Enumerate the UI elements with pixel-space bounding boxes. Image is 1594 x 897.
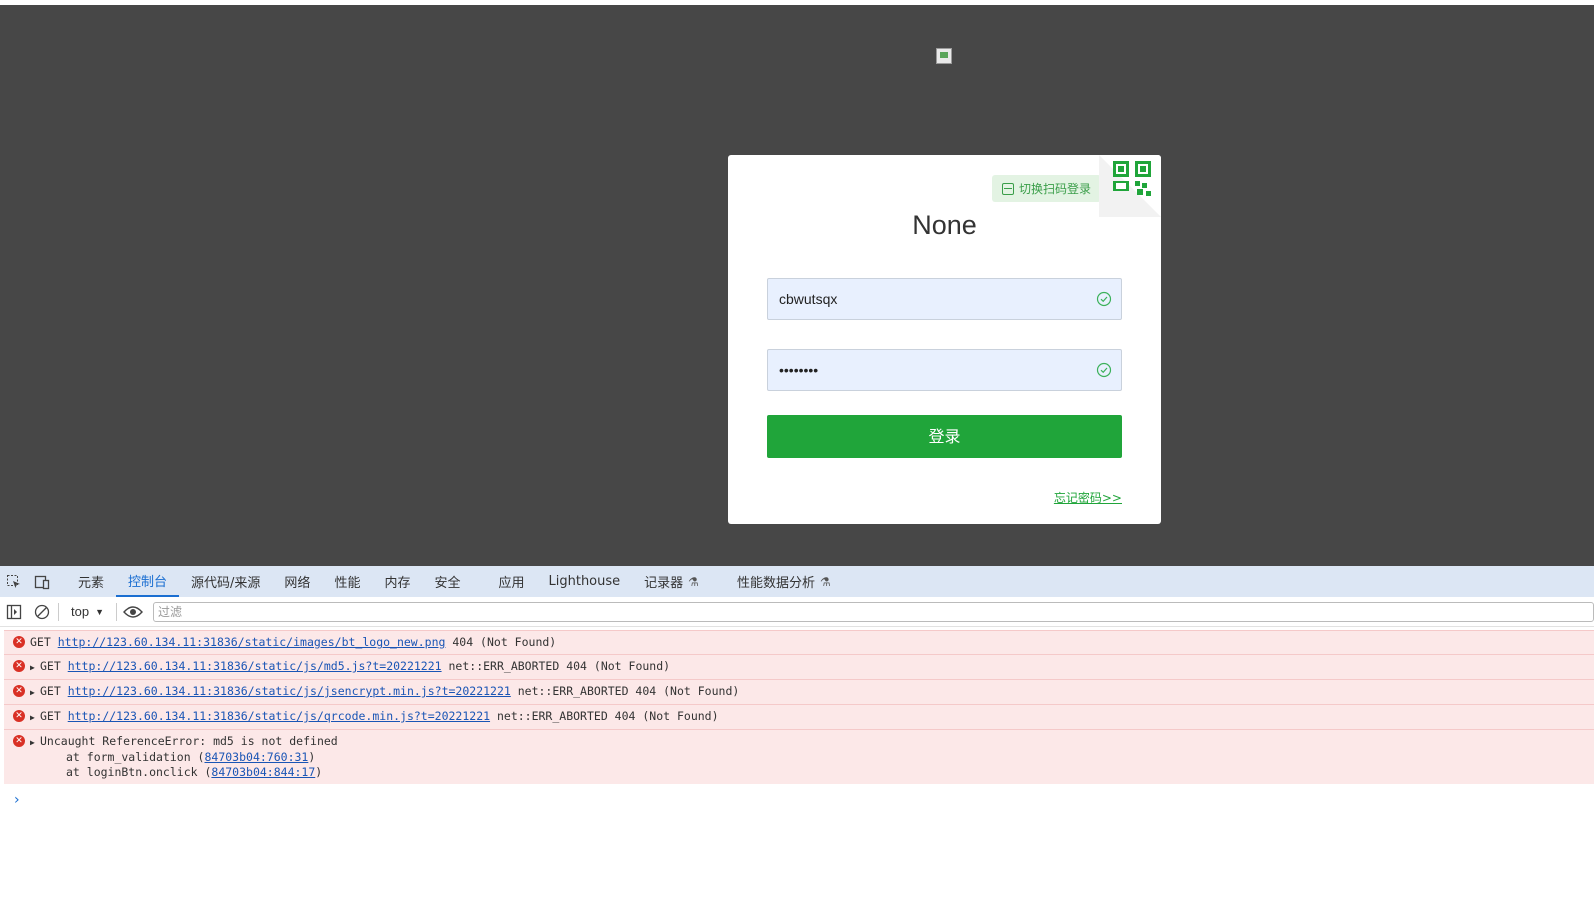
error-icon: ✕ (13, 685, 25, 697)
tab-sources[interactable]: 源代码/来源 (179, 566, 272, 597)
tab-performance[interactable]: 性能 (322, 566, 372, 597)
tab-elements[interactable]: 元素 (66, 566, 116, 597)
devtools-panel: 元素 控制台 源代码/来源 网络 性能 内存 安全 应用 Lighthouse … (0, 566, 1594, 897)
password-field[interactable]: •••••••• (767, 349, 1122, 391)
console-error-row[interactable]: ✕ ▶ GET http://123.60.134.11:31836/static… (4, 679, 1594, 704)
check-circle-icon (1096, 362, 1112, 378)
context-selector[interactable]: top ▼ (61, 604, 114, 619)
flask-icon: ⚗ (819, 574, 831, 589)
request-url-link[interactable]: http://123.60.134.11:31836/static/js/qrc… (68, 709, 490, 723)
request-url-link[interactable]: http://123.60.134.11:31836/static/js/jse… (68, 684, 511, 698)
tab-application[interactable]: 应用 (486, 566, 536, 597)
tab-performance-insights[interactable]: 性能数据分析 ⚗ (725, 566, 843, 597)
stack-frame-close: ) (315, 765, 323, 779)
tab-network[interactable]: 网络 (272, 566, 322, 597)
stack-frame-text: at form_validation ( (66, 750, 205, 764)
forgot-password-link[interactable]: 忘记密码>> (1054, 489, 1122, 506)
password-value: •••••••• (779, 362, 819, 378)
toolbar-divider (58, 602, 59, 621)
context-value: top (71, 604, 90, 619)
tab-security[interactable]: 安全 (422, 566, 472, 597)
request-url-link[interactable]: http://123.60.134.11:31836/static/images… (58, 635, 446, 649)
tab-memory[interactable]: 内存 (372, 566, 422, 597)
login-card: 切换扫码登录 None cbwutsqx •••••••• 登录 忘记密码>> (728, 155, 1161, 524)
expand-arrow-icon[interactable]: ▶ (30, 685, 40, 700)
source-location-link[interactable]: 84703b04:760:31 (204, 750, 308, 764)
console-error-row: ✕ GET http://123.60.134.11:31836/static/… (4, 630, 1594, 654)
live-expression-eye-icon[interactable] (119, 605, 147, 619)
dropdown-arrow-icon: ▼ (95, 606, 104, 617)
devtools-tabbar: 元素 控制台 源代码/来源 网络 性能 内存 安全 应用 Lighthouse … (0, 566, 1594, 597)
error-suffix: 404 (Not Found) (445, 635, 557, 649)
tab-console[interactable]: 控制台 (116, 566, 180, 597)
qr-switch-label: 切换扫码登录 (1019, 182, 1092, 196)
console-toolbar: top ▼ 过滤 (0, 597, 1594, 627)
check-circle-icon (1096, 291, 1112, 307)
flask-icon: ⚗ (688, 574, 699, 589)
filter-input[interactable]: 过滤 (153, 601, 1594, 622)
username-value: cbwutsqx (779, 291, 838, 307)
page-viewport: 切换扫码登录 None cbwutsqx •••••••• 登录 忘记密码>> (0, 0, 1594, 566)
stack-frame-close: ) (308, 750, 316, 764)
tab-recorder-label: 记录器 (644, 576, 684, 591)
tab-lighthouse[interactable]: Lighthouse (537, 566, 633, 597)
stack-frame-text: at loginBtn.onclick ( (66, 765, 212, 779)
tab-performance-insights-label: 性能数据分析 (736, 576, 815, 591)
request-method: GET (40, 659, 68, 673)
expand-arrow-icon[interactable]: ▶ (30, 660, 40, 675)
login-button[interactable]: 登录 (767, 415, 1122, 458)
expand-arrow-icon[interactable]: ▶ (30, 710, 40, 725)
error-suffix: net::ERR_ABORTED 404 (Not Found) (441, 659, 671, 673)
toolbar-divider (116, 602, 117, 621)
console-exception-row[interactable]: ✕ ▶ Uncaught ReferenceError: md5 is not d… (4, 729, 1594, 784)
request-method: GET (30, 635, 58, 649)
request-url-link[interactable]: http://123.60.134.11:31836/static/js/md5… (68, 659, 442, 673)
request-method: GET (40, 709, 68, 723)
stack-frame: at form_validation (84703b04:760:31) (30, 750, 1594, 765)
inspect-element-icon[interactable] (0, 566, 28, 597)
tab-recorder[interactable]: 记录器 ⚗ (632, 566, 711, 597)
device-toolbar-icon[interactable] (28, 566, 56, 597)
broken-logo-image (936, 48, 952, 64)
qr-code-icon[interactable] (1099, 155, 1161, 217)
clear-console-icon[interactable] (28, 604, 56, 620)
scan-icon (1002, 182, 1014, 195)
exception-message: Uncaught ReferenceError: md5 is not defi… (40, 734, 338, 748)
sidebar-toggle-icon[interactable] (0, 604, 28, 620)
error-suffix: net::ERR_ABORTED 404 (Not Found) (510, 684, 740, 698)
console-output: ✕ GET http://123.60.134.11:31836/static/… (0, 627, 1594, 808)
console-error-row[interactable]: ✕ ▶ GET http://123.60.134.11:31836/static… (4, 654, 1594, 679)
page-title: None (912, 210, 977, 240)
qr-switch-button[interactable]: 切换扫码登录 (992, 175, 1102, 202)
console-prompt[interactable]: › (14, 792, 1594, 808)
error-icon: ✕ (13, 660, 25, 672)
error-icon: ✕ (13, 636, 25, 648)
stack-frame: at loginBtn.onclick (84703b04:844:17) (30, 765, 1594, 780)
request-method: GET (40, 684, 68, 698)
source-location-link[interactable]: 84703b04:844:17 (211, 765, 315, 779)
error-suffix: net::ERR_ABORTED 404 (Not Found) (490, 709, 719, 723)
console-error-row[interactable]: ✕ ▶ GET http://123.60.134.11:31836/static… (4, 704, 1594, 729)
username-field[interactable]: cbwutsqx (767, 278, 1122, 320)
error-icon: ✕ (13, 735, 25, 747)
expand-arrow-icon[interactable]: ▶ (30, 735, 40, 750)
error-icon: ✕ (13, 710, 25, 722)
